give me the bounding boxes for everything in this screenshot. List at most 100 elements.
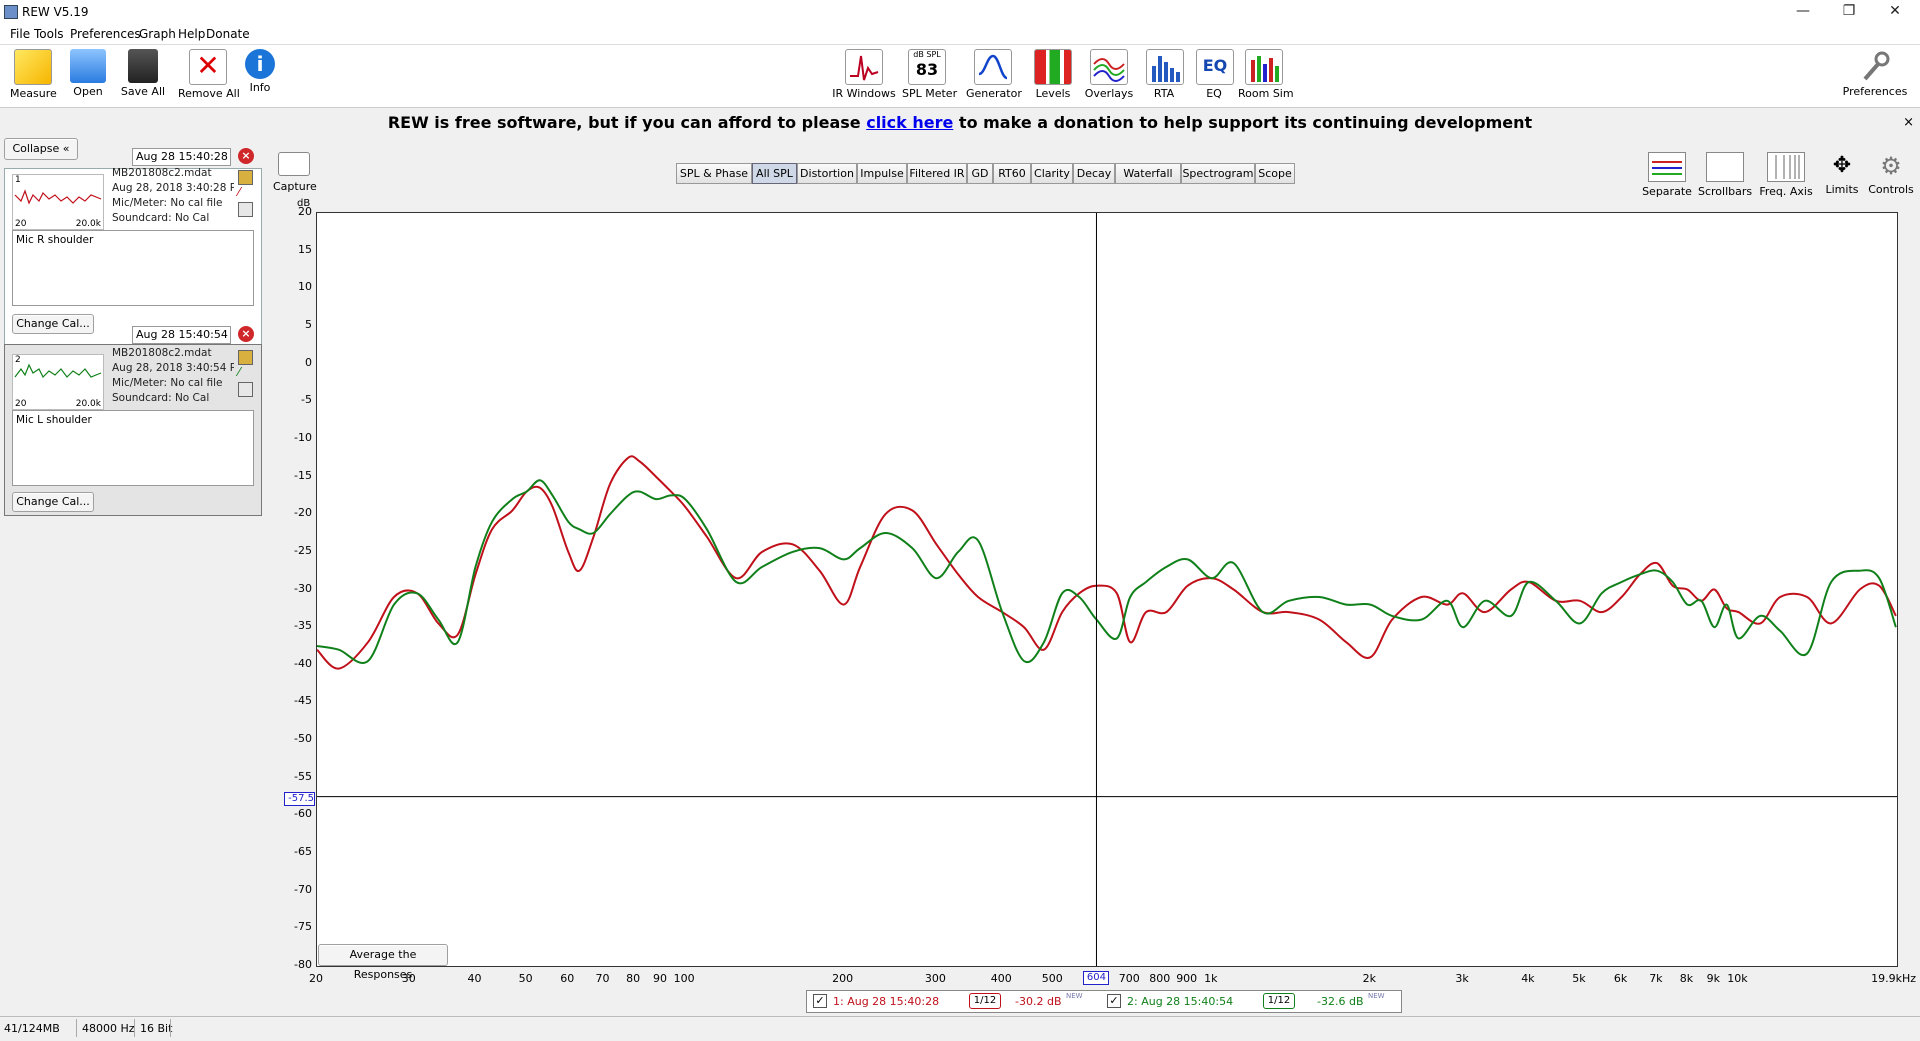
x-tick-label: 800: [1149, 972, 1171, 985]
preferences-button[interactable]: Preferences: [1842, 49, 1908, 98]
limits-arrows-icon: ✥: [1832, 153, 1852, 178]
save-all-label: Save All: [120, 85, 166, 98]
series-line-1: [316, 455, 1897, 670]
tab-impulse[interactable]: Impulse: [857, 163, 907, 184]
tab-gd[interactable]: GD: [967, 163, 993, 184]
y-tick-label: -15: [294, 468, 312, 482]
cursor-x-readout: 604: [1083, 971, 1110, 985]
measurement-2-soundcard: Soundcard: No Cal: [112, 392, 210, 404]
measurement-2-name-field[interactable]: Aug 28 15:40:54: [132, 326, 231, 344]
menu-help[interactable]: Help: [178, 27, 205, 41]
scrollbars-button[interactable]: Scrollbars: [1698, 152, 1752, 198]
remove-measurement-1-icon[interactable]: ×: [238, 148, 254, 164]
y-tick-label: 0: [305, 355, 312, 369]
remove-all-button[interactable]: ✕ Remove All: [178, 49, 240, 100]
measurement-2-notes[interactable]: Mic L shoulder: [12, 410, 254, 486]
x-tick-label: 500: [1041, 972, 1063, 985]
memory-status: 41/124MB: [4, 1022, 60, 1035]
close-button[interactable]: ✕: [1872, 0, 1918, 24]
remove-measurement-2-icon[interactable]: ×: [238, 326, 254, 342]
collapse-button[interactable]: Collapse «: [4, 138, 78, 160]
menu-tools[interactable]: Tools: [34, 27, 64, 41]
status-separator: [170, 1019, 171, 1037]
info-button[interactable]: i Info: [244, 49, 276, 94]
tab-distortion[interactable]: Distortion: [797, 163, 857, 184]
rta-icon: [1146, 49, 1184, 85]
legend-2-smoothing[interactable]: 1/12: [1263, 993, 1295, 1009]
tab-decay[interactable]: Decay: [1073, 163, 1115, 184]
average-responses-button[interactable]: Average the Responses: [318, 944, 448, 981]
tab-spectrogram[interactable]: Spectrogram: [1181, 163, 1255, 184]
room-sim-button[interactable]: Room Sim: [1238, 49, 1294, 100]
menu-preferences[interactable]: Preferences: [70, 27, 141, 41]
measurement-2-cal-icon[interactable]: [238, 382, 253, 397]
x-tick-label: 3k: [1455, 972, 1469, 985]
y-tick-label: -60: [294, 807, 312, 821]
spl-meter-button[interactable]: dB SPL 83 SPL Meter: [902, 49, 957, 100]
levels-icon: [1034, 49, 1072, 85]
controls-button[interactable]: ⚙ Controls: [1868, 152, 1914, 196]
x-tick-label: 900: [1176, 972, 1198, 985]
measurement-1-pen-icon[interactable]: ⁄: [238, 186, 251, 199]
eq-button[interactable]: EQ EQ: [1196, 49, 1234, 100]
change-cal-button-2[interactable]: Change Cal...: [12, 492, 94, 512]
overlays-button[interactable]: Overlays: [1084, 49, 1134, 100]
separate-button[interactable]: Separate: [1642, 152, 1692, 198]
menu-donate[interactable]: Donate: [206, 27, 250, 41]
legend-2-tag: NEW: [1368, 992, 1385, 1000]
y-tick-label: -5: [301, 393, 312, 407]
double-chevron-left-icon: «: [62, 142, 70, 155]
legend-2-checkbox[interactable]: ✓: [1107, 994, 1121, 1008]
rta-label: RTA: [1153, 87, 1175, 100]
levels-button[interactable]: Levels: [1034, 49, 1072, 100]
main-toolbar: Measure Open Save All ✕ Remove All i Inf…: [0, 45, 1920, 108]
x-tick-label: 200: [832, 972, 854, 985]
x-tick-label: 400: [990, 972, 1012, 985]
measure-button[interactable]: Measure: [10, 49, 57, 100]
ir-windows-label: IR Windows: [832, 87, 896, 100]
menu-graph[interactable]: Graph: [139, 27, 176, 41]
limits-button[interactable]: ✥ Limits: [1822, 152, 1862, 196]
tab-waterfall[interactable]: Waterfall: [1115, 163, 1181, 184]
generator-label: Generator: [966, 87, 1022, 100]
generator-button[interactable]: Generator: [966, 49, 1022, 100]
spl-plot-area[interactable]: [316, 212, 1898, 967]
legend-1-tag: NEW: [1066, 992, 1083, 1000]
y-tick-label: -45: [294, 694, 312, 708]
measurement-1-name-field[interactable]: Aug 28 15:40:28: [132, 148, 231, 166]
save-all-button[interactable]: Save All: [118, 49, 168, 98]
collapse-label: Collapse: [12, 142, 60, 155]
open-button[interactable]: Open: [66, 49, 110, 98]
freq-axis-button[interactable]: Freq. Axis: [1758, 152, 1814, 198]
folder-icon: [70, 49, 106, 83]
capture-label: Capture: [273, 180, 317, 193]
legend-1-checkbox[interactable]: ✓: [813, 994, 827, 1008]
x-tick-label: 8k: [1679, 972, 1694, 985]
change-cal-button-1[interactable]: Change Cal...: [12, 314, 94, 334]
tab-all-spl[interactable]: All SPL: [752, 163, 797, 184]
tab-rt60[interactable]: RT60: [993, 163, 1031, 184]
ir-windows-button[interactable]: IR Windows: [832, 49, 896, 100]
measurement-2-pen-icon[interactable]: ⁄: [238, 366, 251, 379]
y-tick-label: 15: [298, 242, 312, 256]
x-tick-label: 700: [1118, 972, 1140, 985]
x-tick-label: 20: [309, 972, 323, 985]
donate-link[interactable]: click here: [866, 113, 953, 132]
banner-close-icon[interactable]: ×: [1903, 115, 1914, 130]
tab-spl-phase[interactable]: SPL & Phase: [676, 163, 752, 184]
measurement-1-cal-icon[interactable]: [238, 202, 253, 217]
tab-scope[interactable]: Scope: [1255, 163, 1295, 184]
tab-filtered-ir[interactable]: Filtered IR: [907, 163, 967, 184]
minimize-button[interactable]: —: [1780, 0, 1826, 24]
rta-button[interactable]: RTA: [1146, 49, 1184, 100]
measurement-1-notes[interactable]: Mic R shoulder: [12, 230, 254, 306]
measurement-1-color-icon[interactable]: [238, 170, 253, 185]
wrench-icon: [1857, 49, 1893, 83]
tab-clarity[interactable]: Clarity: [1031, 163, 1073, 184]
legend-1-smoothing[interactable]: 1/12: [969, 993, 1001, 1009]
legend-2-value: -32.6 dB: [1317, 995, 1364, 1008]
menu-file[interactable]: File: [10, 27, 30, 41]
restore-button[interactable]: ❐: [1826, 0, 1872, 24]
measurement-2-color-icon[interactable]: [238, 350, 253, 365]
camera-icon[interactable]: [278, 152, 310, 176]
